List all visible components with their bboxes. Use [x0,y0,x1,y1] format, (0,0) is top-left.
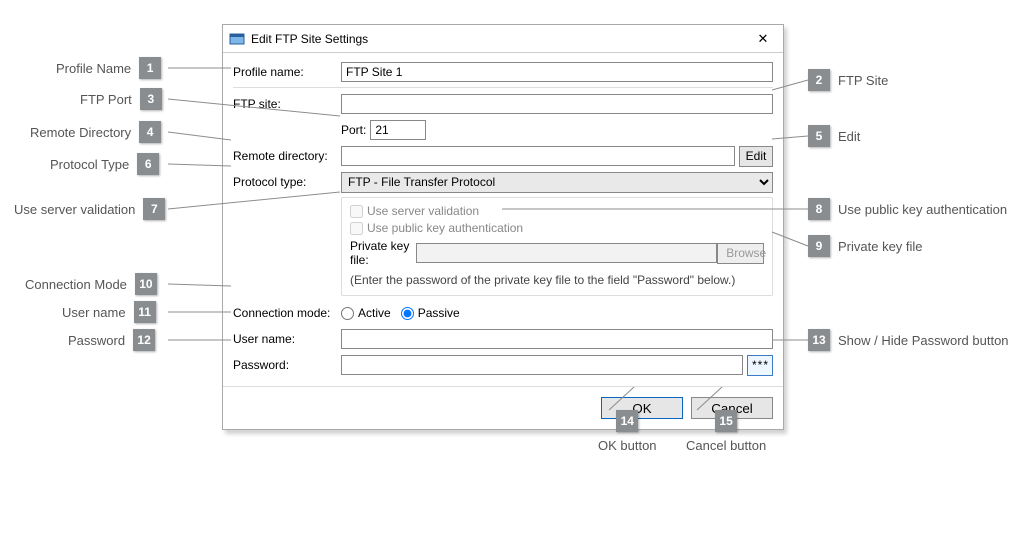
profile-name-input[interactable] [341,62,773,82]
title-bar: Edit FTP Site Settings ✕ [223,25,783,53]
callout-3: FTP Port 3 [80,88,162,110]
callout-9: 9 Private key file [808,235,923,257]
remote-directory-input[interactable] [341,146,735,166]
callout-6: Protocol Type 6 [50,153,159,175]
callout-4: Remote Directory 4 [30,121,161,143]
close-icon[interactable]: ✕ [749,29,777,49]
callout-12: Password 12 [68,329,155,351]
private-key-file-input[interactable] [416,243,717,263]
passive-radio[interactable] [401,307,414,320]
window-title: Edit FTP Site Settings [251,32,749,46]
ftp-settings-dialog: Edit FTP Site Settings ✕ Profile name: F… [222,24,784,430]
user-name-input[interactable] [341,329,773,349]
callout-5: 5 Edit [808,125,860,147]
app-icon [229,31,245,47]
callout-1: Profile Name 1 [56,57,161,79]
active-radio-label[interactable]: Active [341,306,391,320]
callout-8: 8 Use public key authentication [808,198,1007,220]
browse-button[interactable]: Browse [717,243,764,264]
callout-11: User name 11 [62,301,156,323]
port-label: Port: [341,123,366,137]
edit-button[interactable]: Edit [739,146,773,167]
use-public-key-auth-label: Use public key authentication [367,221,523,235]
password-input[interactable] [341,355,743,375]
passive-radio-label[interactable]: Passive [401,306,460,320]
remote-directory-label: Remote directory: [233,149,341,163]
private-key-file-label: Private key file: [350,239,416,267]
show-hide-password-button[interactable]: *** [747,355,773,376]
auth-options-group: Use server validation Use public key aut… [341,197,773,296]
callout-14: 14 OK button [598,410,657,453]
dialog-content: Profile name: FTP site: Port: Remote dir… [223,53,783,386]
callout-10: Connection Mode 10 [25,273,157,295]
private-key-hint: (Enter the password of the private key f… [350,273,764,287]
protocol-type-select[interactable]: FTP - File Transfer Protocol [341,172,773,193]
ftp-site-input[interactable] [341,94,773,114]
callout-13: 13 Show / Hide Password button [808,329,1009,351]
profile-name-label: Profile name: [233,65,341,79]
callout-15: 15 Cancel button [686,410,766,453]
protocol-type-label: Protocol type: [233,175,341,189]
password-label: Password: [233,358,341,372]
use-server-validation-label: Use server validation [367,204,479,218]
active-radio[interactable] [341,307,354,320]
callout-2: 2 FTP Site [808,69,888,91]
ftp-site-label: FTP site: [233,97,341,111]
use-server-validation-checkbox[interactable] [350,205,363,218]
use-public-key-auth-checkbox[interactable] [350,222,363,235]
connection-mode-label: Connection mode: [233,306,341,320]
user-name-label: User name: [233,332,341,346]
callout-7: Use server validation 7 [14,198,165,220]
port-input[interactable] [370,120,426,140]
